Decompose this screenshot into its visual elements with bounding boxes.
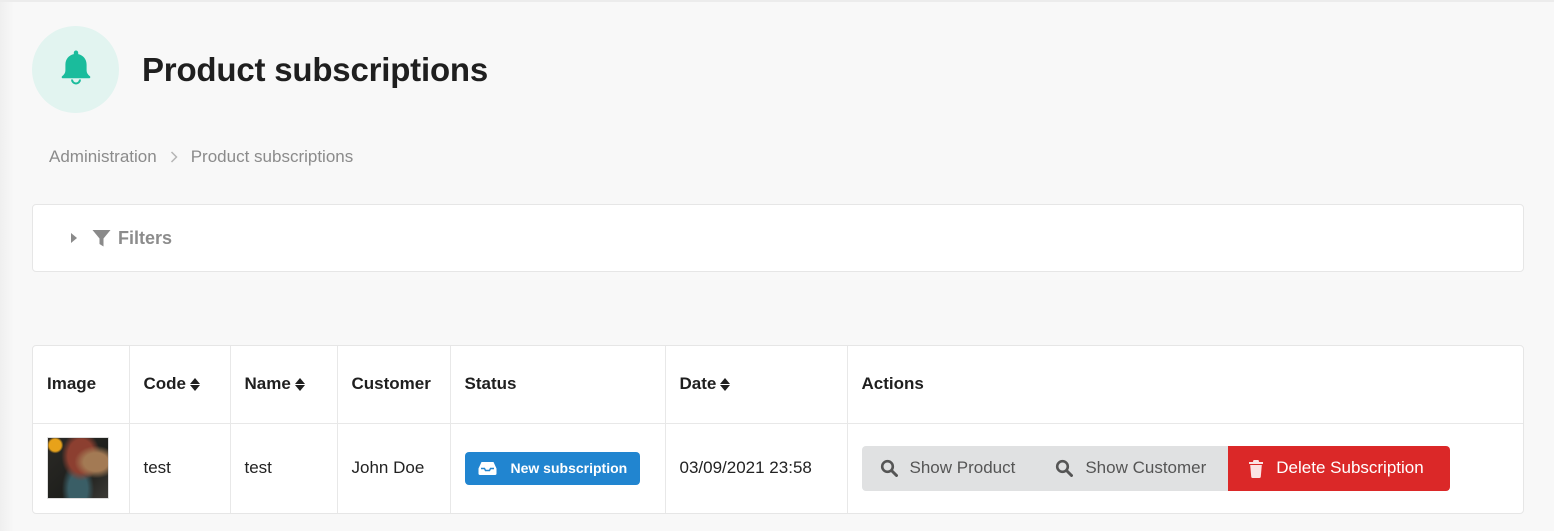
cell-name: test bbox=[230, 423, 338, 513]
status-badge: New subscription bbox=[464, 451, 641, 485]
filter-icon bbox=[92, 229, 111, 248]
page-title: Product subscriptions bbox=[142, 50, 489, 88]
show-customer-button[interactable]: Show Customer bbox=[1037, 445, 1229, 491]
column-header-actions: Actions bbox=[861, 374, 924, 394]
show-product-label: Show Product bbox=[909, 458, 1016, 478]
trash-icon bbox=[1248, 459, 1264, 478]
breadcrumb-item-current: Product subscriptions bbox=[190, 147, 354, 166]
show-product-button[interactable]: Show Product bbox=[861, 445, 1038, 491]
page-header: Product subscriptions bbox=[32, 26, 488, 113]
breadcrumb-item-administration[interactable]: Administration bbox=[49, 147, 157, 167]
cell-code: test bbox=[129, 423, 231, 513]
show-customer-label: Show Customer bbox=[1085, 458, 1207, 478]
sort-icon bbox=[720, 378, 731, 392]
bell-icon bbox=[60, 49, 92, 90]
cell-actions: Show Product Show Customer Delete Subscr… bbox=[847, 423, 1523, 513]
column-header-customer: Customer bbox=[337, 346, 451, 423]
caret-right-icon bbox=[71, 233, 77, 243]
breadcrumb: Administration Product subscriptions bbox=[49, 147, 353, 167]
delete-subscription-button[interactable]: Delete Subscription bbox=[1228, 445, 1450, 491]
cell-date: 03/09/2021 23:58 bbox=[665, 423, 848, 513]
search-icon bbox=[1055, 459, 1074, 478]
filters-label: Filters bbox=[118, 227, 173, 248]
table-header-row: Image Code Name Customer Status Date Act… bbox=[33, 346, 1523, 423]
subscriptions-table: Image Code Name Customer Status Date Act… bbox=[32, 345, 1524, 514]
page: Product subscriptions Administration Pro… bbox=[0, 0, 1554, 531]
search-icon bbox=[880, 459, 898, 478]
status-label: New subscription bbox=[510, 460, 628, 477]
column-header-image: Image bbox=[33, 346, 130, 423]
filters-accordion[interactable]: Filters bbox=[32, 204, 1524, 272]
sort-icon bbox=[190, 378, 200, 392]
sort-icon bbox=[294, 378, 305, 392]
column-header-name[interactable]: Name bbox=[230, 346, 338, 423]
column-header-status: Status bbox=[450, 346, 666, 423]
header-icon-circle bbox=[32, 26, 119, 113]
column-header-date[interactable]: Date bbox=[665, 346, 848, 423]
inbox-icon bbox=[478, 461, 497, 476]
cell-customer: John Doe bbox=[337, 423, 451, 513]
product-thumbnail bbox=[47, 437, 109, 500]
cell-image bbox=[33, 423, 130, 513]
chevron-right-icon bbox=[170, 151, 178, 163]
actions-button-group: Show Product Show Customer Delete Subscr… bbox=[861, 445, 1450, 491]
cell-status: New subscription bbox=[450, 423, 666, 513]
delete-subscription-label: Delete Subscription bbox=[1276, 458, 1424, 478]
column-header-code[interactable]: Code bbox=[129, 346, 231, 423]
table-row: test test John Doe New subscription 03/0… bbox=[33, 423, 1523, 513]
